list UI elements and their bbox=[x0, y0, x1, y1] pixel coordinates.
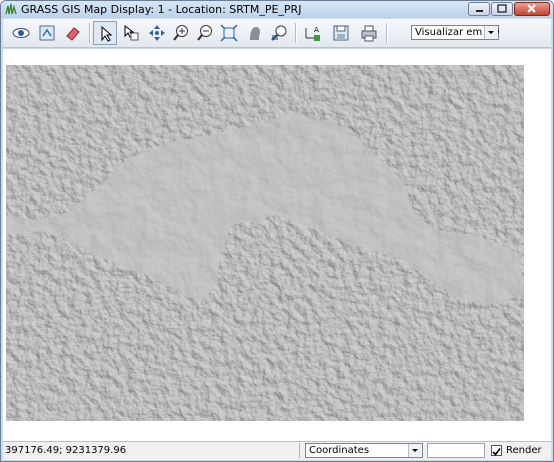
chevron-down-icon bbox=[488, 31, 494, 34]
shaded-relief-map[interactable] bbox=[6, 65, 524, 421]
print-icon bbox=[361, 25, 377, 42]
zoom-out-button[interactable] bbox=[193, 21, 217, 45]
chevron-down-icon bbox=[412, 449, 418, 452]
overlay-decoration-button[interactable]: A bbox=[301, 21, 325, 45]
maximize-button[interactable] bbox=[491, 2, 513, 16]
minimize-icon bbox=[476, 10, 483, 12]
pointer-button[interactable] bbox=[93, 21, 117, 45]
render-map-icon bbox=[39, 25, 55, 41]
render-checkbox[interactable] bbox=[491, 445, 502, 456]
save-image-icon bbox=[333, 25, 349, 41]
grass-app-icon bbox=[5, 3, 17, 15]
query-icon bbox=[124, 25, 139, 41]
title-bar[interactable]: GRASS GIS Map Display: 1 - Location: SRT… bbox=[1, 1, 553, 18]
window-title: GRASS GIS Map Display: 1 - Location: SRT… bbox=[21, 3, 302, 16]
status-mode-value: Coordinates bbox=[309, 445, 370, 456]
checkmark-icon bbox=[492, 448, 501, 456]
print-button[interactable] bbox=[357, 21, 381, 45]
erase-display-button[interactable] bbox=[61, 21, 85, 45]
zoom-in-icon bbox=[173, 25, 188, 41]
close-icon bbox=[527, 4, 536, 13]
maximize-icon bbox=[497, 4, 507, 13]
save-image-button[interactable] bbox=[329, 21, 353, 45]
toolbar-separator bbox=[89, 23, 91, 43]
map-canvas[interactable] bbox=[3, 48, 551, 441]
map-display-window: GRASS GIS Map Display: 1 - Location: SRT… bbox=[0, 0, 554, 462]
view-mode-dropdown-arrow[interactable] bbox=[484, 26, 498, 39]
minimize-button[interactable] bbox=[468, 2, 490, 16]
pointer-icon bbox=[101, 25, 113, 42]
coordinates-readout: 397176.49; 9231379.96 bbox=[5, 445, 127, 456]
zoom-back-icon bbox=[220, 24, 238, 42]
display-map-icon bbox=[12, 28, 30, 38]
query-button[interactable] bbox=[119, 21, 143, 45]
status-separator bbox=[299, 443, 300, 458]
zoom-back-button[interactable] bbox=[217, 21, 241, 45]
overlay-decoration-icon: A bbox=[305, 26, 320, 41]
render-label: Render bbox=[506, 445, 542, 456]
status-mode-dropdown-arrow[interactable] bbox=[408, 444, 422, 457]
zoom-menu-icon bbox=[250, 27, 260, 40]
status-bar: 397176.49; 9231379.96 Coordinates Render bbox=[3, 441, 551, 460]
display-map-button[interactable] bbox=[9, 21, 33, 45]
erase-display-icon bbox=[66, 27, 80, 41]
pan-icon bbox=[149, 25, 165, 41]
pan-button[interactable] bbox=[145, 21, 169, 45]
toolbar-separator bbox=[386, 23, 388, 43]
close-button[interactable] bbox=[514, 2, 550, 16]
zoom-out-icon bbox=[197, 25, 212, 41]
analyze-button[interactable] bbox=[267, 21, 291, 45]
zoom-menu-button[interactable] bbox=[243, 21, 267, 45]
map-toolbar: A Visualizar em 2D bbox=[3, 19, 551, 48]
zoom-in-button[interactable] bbox=[169, 21, 193, 45]
status-mode-select[interactable]: Coordinates bbox=[305, 443, 423, 458]
analyze-icon bbox=[271, 25, 287, 41]
status-input-field[interactable] bbox=[427, 443, 485, 458]
view-mode-select[interactable]: Visualizar em 2D bbox=[411, 25, 499, 40]
svg-text:A: A bbox=[314, 26, 319, 34]
toolbar-separator bbox=[295, 23, 297, 43]
render-map-button[interactable] bbox=[35, 21, 59, 45]
